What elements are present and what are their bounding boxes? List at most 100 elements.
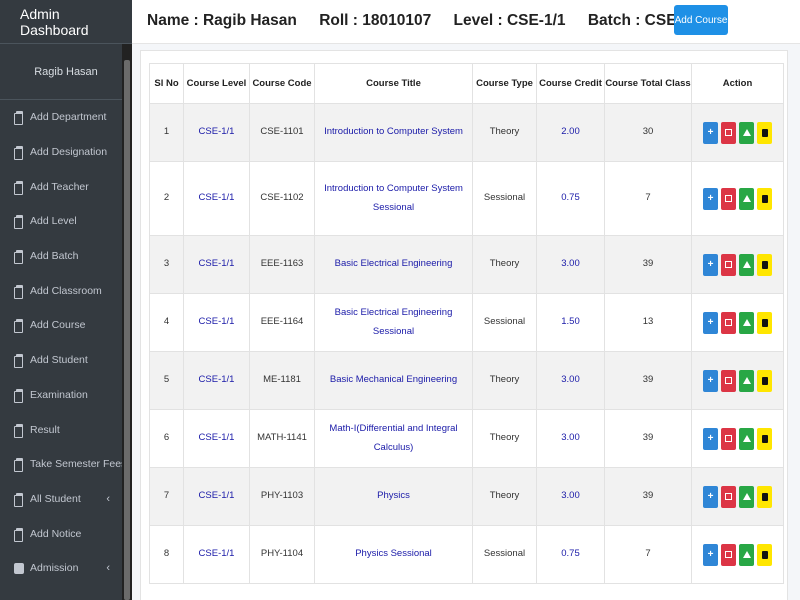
sidebar-item-label: Add Designation [30,146,108,159]
delete-button[interactable] [757,187,772,210]
column-header[interactable]: Course Code [249,63,315,104]
course-credit[interactable]: 3.00 [536,351,605,410]
course-level-link[interactable]: CSE-1/1 [183,161,250,236]
course-credit[interactable]: 3.00 [536,467,605,526]
home-button[interactable] [739,121,754,144]
student-name: Name : Ragib Hasan [147,12,297,29]
sidebar-item-add-batch[interactable]: Add Batch [0,239,132,274]
course-credit[interactable]: 1.50 [536,293,605,352]
course-title-link[interactable]: Basic Electrical Engineering [314,235,473,294]
course-level-link[interactable]: CSE-1/1 [183,409,250,468]
action-buttons: + [696,311,779,334]
home-button[interactable] [739,187,754,210]
delete-button[interactable] [757,311,772,334]
calendar-button[interactable] [721,485,736,508]
sidebar-item-add-level[interactable]: Add Level [0,204,132,239]
calendar-button[interactable] [721,543,736,566]
course-title-link[interactable]: Introduction to Computer System [314,103,473,162]
delete-button[interactable] [757,543,772,566]
column-header[interactable]: Course Type [472,63,537,104]
user-name[interactable]: Ragib Hasan [0,44,132,100]
column-header[interactable]: Action [691,63,784,104]
document-icon [14,250,24,265]
add-button[interactable]: + [703,121,718,144]
column-header[interactable]: Sl No [149,63,184,104]
sidebar-item-add-classroom[interactable]: Add Classroom [0,273,132,308]
sidebar-item-add-course[interactable]: Add Course [0,308,132,343]
add-button[interactable]: + [703,311,718,334]
add-button[interactable]: + [703,253,718,276]
course-credit[interactable]: 0.75 [536,161,605,236]
home-button[interactable] [739,485,754,508]
course-level-link[interactable]: CSE-1/1 [183,103,250,162]
sidebar-item-add-teacher[interactable]: Add Teacher [0,169,132,204]
home-button[interactable] [739,369,754,392]
home-button[interactable] [739,543,754,566]
delete-button[interactable] [757,121,772,144]
add-button[interactable]: + [703,187,718,210]
column-header[interactable]: Course Title [314,63,473,104]
action-cell: + [691,467,784,526]
document-icon [14,319,24,334]
calendar-icon [725,261,732,268]
course-title-link[interactable]: Physics [314,467,473,526]
sidebar-scrollbar[interactable] [122,44,132,600]
course-level-link[interactable]: CSE-1/1 [183,235,250,294]
course-level-link[interactable]: CSE-1/1 [183,525,250,584]
home-button[interactable] [739,427,754,450]
course-credit[interactable]: 0.75 [536,525,605,584]
serial-number: 7 [149,467,184,526]
sidebar-item-label: Add Course [30,319,86,332]
sidebar-item-result[interactable]: Result [0,412,132,447]
sidebar-item-admission[interactable]: Admission ‹ [0,551,132,586]
chevron-left-icon[interactable]: ‹ [106,562,110,574]
table-body: 1 CSE-1/1 CSE-1101 Introduction to Computer… [149,103,784,584]
calendar-button[interactable] [721,121,736,144]
add-button[interactable]: + [703,543,718,566]
course-level-link[interactable]: CSE-1/1 [183,467,250,526]
sidebar-item-add-student[interactable]: Add Student [0,343,132,378]
sidebar-item-add-designation[interactable]: Add Designation [0,135,132,170]
brand-title[interactable]: Admin Dashboard [0,0,132,44]
sidebar-nav: Add Department Add Designation Add Teacher… [0,100,132,586]
action-cell: + [691,409,784,468]
calendar-button[interactable] [721,311,736,334]
course-title-link[interactable]: Basic Electrical Engineering Sessional [314,293,473,352]
course-credit[interactable]: 3.00 [536,409,605,468]
add-button[interactable]: + [703,427,718,450]
course-title-link[interactable]: Introduction to Computer System Sessiona… [314,161,473,236]
column-header[interactable]: Course Level [183,63,250,104]
course-credit[interactable]: 3.00 [536,235,605,294]
course-title-link[interactable]: Math-I(Differential and Integral Calculu… [314,409,473,468]
sidebar-item-all-student[interactable]: All Student ‹ [0,482,132,517]
home-button[interactable] [739,253,754,276]
delete-button[interactable] [757,427,772,450]
delete-button[interactable] [757,485,772,508]
add-course-button[interactable]: Add Course [674,5,728,35]
delete-button[interactable] [757,253,772,276]
chevron-left-icon[interactable]: ‹ [106,493,110,505]
course-level-link[interactable]: CSE-1/1 [183,351,250,410]
calendar-button[interactable] [721,253,736,276]
course-code: EEE-1164 [249,293,315,352]
delete-button[interactable] [757,369,772,392]
course-title-link[interactable]: Basic Mechanical Engineering [314,351,473,410]
scrollbar-thumb[interactable] [124,60,130,600]
course-level-link[interactable]: CSE-1/1 [183,293,250,352]
home-button[interactable] [739,311,754,334]
sidebar-item-add-department[interactable]: Add Department [0,100,132,135]
calendar-button[interactable] [721,369,736,392]
add-button[interactable]: + [703,369,718,392]
column-header[interactable]: Course Total Class [604,63,692,104]
sidebar-item-take-semester-fees[interactable]: Take Semester Fees [0,447,132,482]
calendar-button[interactable] [721,187,736,210]
column-header[interactable]: Course Credit [536,63,605,104]
table-row: 4 CSE-1/1 EEE-1164 Basic Electrical Enginee… [149,293,784,352]
add-button[interactable]: + [703,485,718,508]
sidebar-item-add-notice[interactable]: Add Notice [0,516,132,551]
course-title-link[interactable]: Physics Sessional [314,525,473,584]
sidebar-item-examination[interactable]: Examination [0,378,132,413]
course-code: CSE-1102 [249,161,315,236]
calendar-button[interactable] [721,427,736,450]
course-credit[interactable]: 2.00 [536,103,605,162]
